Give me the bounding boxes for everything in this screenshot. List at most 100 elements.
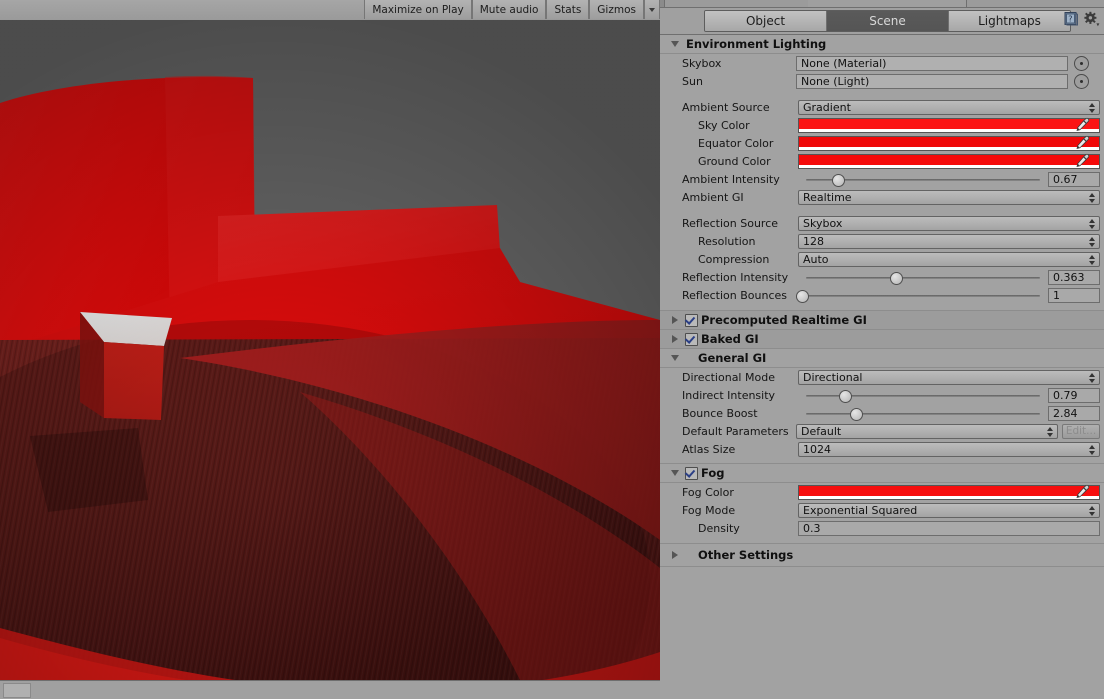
label-ambient-gi: Ambient GI: [682, 190, 744, 204]
tab-object[interactable]: Object: [705, 11, 827, 31]
section-header-baked-gi[interactable]: Baked GI: [660, 330, 1104, 349]
row-density: Density 0.3: [660, 519, 1104, 537]
tab-lightmaps[interactable]: Lightmaps: [949, 11, 1070, 31]
equator-color-eyedropper-icon[interactable]: [1075, 135, 1090, 150]
reflection-intensity-slider[interactable]: [806, 270, 1040, 285]
ground-color-swatch[interactable]: [798, 153, 1100, 169]
lighting-tabbar: Object Scene Lightmaps ?: [660, 8, 1104, 34]
foldout-fog-icon[interactable]: [668, 470, 682, 476]
sun-object-field[interactable]: None (Light): [796, 73, 1068, 89]
label-equator-color: Equator Color: [698, 136, 774, 150]
row-sky-color: Sky Color: [660, 116, 1104, 134]
bounce-boost-slider-thumb: [850, 407, 864, 421]
reflection-source-value: Skybox: [803, 216, 843, 230]
reflection-intensity-value[interactable]: 0.363: [1048, 269, 1100, 285]
foldout-general-gi-icon[interactable]: [668, 355, 682, 361]
default-parameters-edit-button[interactable]: Edit...: [1062, 423, 1100, 439]
label-default-parameters: Default Parameters: [682, 424, 789, 438]
gizmos-label: Gizmos: [597, 3, 636, 16]
game-view-panel: Maximize on Play Mute audio Stats Gizmos: [0, 0, 660, 699]
label-skybox: Skybox: [682, 56, 722, 70]
reflection-bounces-slider[interactable]: [796, 288, 1040, 303]
ambient-gi-dropdown[interactable]: Realtime: [798, 189, 1100, 205]
fog-checkbox[interactable]: [685, 466, 698, 480]
row-equator-color: Equator Color: [660, 134, 1104, 152]
stats-label: Stats: [554, 3, 582, 16]
row-reflection-bounces: Reflection Bounces 1: [660, 286, 1104, 304]
row-indirect-intensity: Indirect Intensity 0.79: [660, 386, 1104, 404]
reflection-intensity-slider-thumb: [890, 271, 904, 285]
compression-dropdown[interactable]: Auto: [798, 251, 1100, 267]
reflection-bounces-value[interactable]: 1: [1048, 287, 1100, 303]
row-ground-color: Ground Color: [660, 152, 1104, 170]
indirect-intensity-value[interactable]: 0.79: [1048, 387, 1100, 403]
fog-color-swatch[interactable]: [798, 484, 1100, 500]
help-icon[interactable]: ?: [1063, 11, 1079, 27]
ambient-source-dropdown[interactable]: Gradient: [798, 99, 1100, 115]
section-title-baked-gi: Baked GI: [701, 332, 759, 346]
atlas-size-dropdown[interactable]: 1024: [798, 441, 1100, 457]
label-bounce-boost: Bounce Boost: [682, 406, 758, 420]
gizmos-dropdown-button[interactable]: [644, 0, 660, 19]
stats-button[interactable]: Stats: [546, 0, 590, 19]
row-default-parameters: Default Parameters Default Edit...: [660, 422, 1104, 440]
section-header-fog[interactable]: Fog: [660, 464, 1104, 483]
bounce-boost-value[interactable]: 2.84: [1048, 405, 1100, 421]
reflection-source-dropdown[interactable]: Skybox: [798, 215, 1100, 231]
baked-gi-checkbox[interactable]: [685, 332, 698, 346]
ground-color-eyedropper-icon[interactable]: [1075, 153, 1090, 168]
tab-scene[interactable]: Scene: [827, 11, 949, 31]
bounce-boost-slider[interactable]: [806, 406, 1040, 421]
panel-header-icons: ?: [1063, 11, 1100, 27]
fog-color-eyedropper-icon[interactable]: [1075, 484, 1090, 499]
label-resolution: Resolution: [698, 234, 756, 248]
sun-object-picker-icon[interactable]: [1074, 73, 1089, 89]
row-sun: Sun None (Light): [660, 72, 1104, 90]
section-title-environment-lighting: Environment Lighting: [686, 37, 827, 51]
default-parameters-dropdown[interactable]: Default: [796, 423, 1058, 439]
game-view-status-bar: [0, 680, 660, 699]
foldout-baked-gi-icon[interactable]: [668, 335, 682, 343]
density-input[interactable]: 0.3: [798, 520, 1100, 536]
game-view-render[interactable]: [0, 20, 660, 680]
ambient-source-value: Gradient: [803, 100, 851, 114]
lighting-window: Object Scene Lightmaps ? Environment Lig…: [660, 0, 1104, 699]
chevron-updown-icon: [1089, 102, 1095, 113]
ambient-intensity-slider[interactable]: [806, 172, 1040, 187]
section-header-general-gi[interactable]: General GI: [660, 349, 1104, 368]
precomputed-realtime-gi-checkbox[interactable]: [685, 313, 698, 327]
fog-mode-dropdown[interactable]: Exponential Squared: [798, 502, 1100, 518]
skybox-object-picker-icon[interactable]: [1074, 55, 1089, 71]
mute-audio-button[interactable]: Mute audio: [471, 0, 547, 19]
directional-mode-dropdown[interactable]: Directional: [798, 369, 1100, 385]
chevron-updown-icon: [1089, 236, 1095, 247]
section-header-environment-lighting[interactable]: Environment Lighting: [660, 35, 1104, 54]
skybox-object-field[interactable]: None (Material): [796, 55, 1068, 71]
gear-icon[interactable]: [1083, 11, 1100, 27]
row-fog-color: Fog Color: [660, 483, 1104, 501]
resolution-dropdown[interactable]: 128: [798, 233, 1100, 249]
directional-mode-value: Directional: [803, 370, 863, 384]
label-ambient-source: Ambient Source: [682, 100, 770, 114]
ambient-intensity-value[interactable]: 0.67: [1048, 171, 1100, 187]
row-directional-mode: Directional Mode Directional: [660, 368, 1104, 386]
sky-color-eyedropper-icon[interactable]: [1075, 117, 1090, 132]
status-bar-handle[interactable]: [3, 683, 31, 698]
foldout-other-settings-icon[interactable]: [668, 551, 682, 559]
reflection-bounces-slider-thumb: [796, 289, 809, 303]
ambient-gi-value: Realtime: [803, 190, 852, 204]
section-header-other-settings[interactable]: Other Settings: [660, 544, 1104, 567]
row-skybox: Skybox None (Material): [660, 54, 1104, 72]
foldout-precomputed-realtime-gi-icon[interactable]: [668, 316, 682, 324]
resolution-value: 128: [803, 234, 824, 248]
maximize-on-play-button[interactable]: Maximize on Play: [364, 0, 472, 19]
section-header-precomputed-realtime-gi[interactable]: Precomputed Realtime GI: [660, 311, 1104, 330]
label-density: Density: [698, 521, 740, 535]
label-atlas-size: Atlas Size: [682, 442, 736, 456]
sky-color-swatch[interactable]: [798, 117, 1100, 133]
chevron-updown-icon: [1089, 444, 1095, 455]
equator-color-swatch[interactable]: [798, 135, 1100, 151]
foldout-environment-lighting-icon[interactable]: [668, 41, 682, 47]
indirect-intensity-slider[interactable]: [806, 388, 1040, 403]
gizmos-button[interactable]: Gizmos: [589, 0, 644, 19]
